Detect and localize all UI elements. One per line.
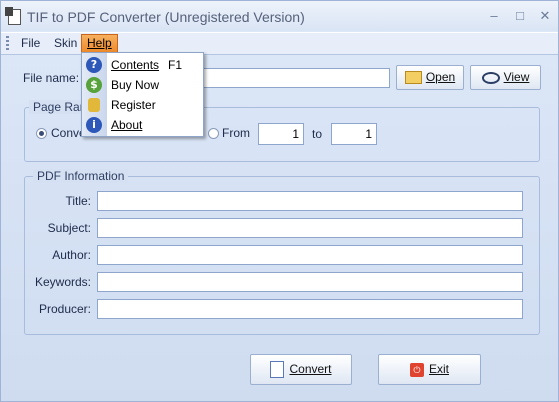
from-label: From <box>222 126 250 140</box>
help-icon: ? <box>86 57 102 73</box>
author-field-label: Author: <box>52 248 91 262</box>
file-name-label: File name: <box>23 71 80 85</box>
menu-help-label: Help <box>87 36 112 50</box>
menu-skin[interactable]: Skin <box>49 35 82 52</box>
view-button[interactable]: View <box>470 65 541 90</box>
producer-field-label: Producer: <box>38 302 91 316</box>
pdf-information-title: PDF Information <box>33 169 129 183</box>
from-range-radio[interactable] <box>208 128 219 139</box>
title-field[interactable] <box>97 191 523 211</box>
menu-file-label: File <box>21 36 41 50</box>
info-icon: i <box>86 117 102 133</box>
exit-button[interactable]: ⏻ Exit <box>378 354 481 385</box>
folder-icon <box>404 71 422 85</box>
subject-field[interactable] <box>97 218 523 238</box>
menu-item-about[interactable]: i About <box>82 115 203 135</box>
open-button[interactable]: Open <box>396 65 464 90</box>
register-label: Register <box>111 98 156 112</box>
menu-help[interactable]: Help <box>81 34 118 53</box>
producer-field[interactable] <box>97 299 523 319</box>
menu-item-contents[interactable]: ? Contents F1 <box>82 55 203 75</box>
subject-field-label: Subject: <box>47 221 91 235</box>
lock-icon <box>88 98 100 112</box>
buy-now-label: Buy Now <box>111 78 160 92</box>
title-bar[interactable]: TIF to PDF Converter (Unregistered Versi… <box>1 1 558 31</box>
keywords-field[interactable] <box>97 272 523 292</box>
title-field-label: Title: <box>65 194 91 208</box>
exit-button-label: Exit <box>428 362 449 376</box>
close-icon[interactable]: ✕ <box>538 9 552 23</box>
convert-all-radio[interactable] <box>36 128 47 139</box>
view-button-label: View <box>503 70 530 84</box>
minimize-icon[interactable]: – <box>487 9 501 23</box>
money-icon: $ <box>86 77 102 93</box>
about-label: About <box>111 118 143 132</box>
app-window: TIF to PDF Converter (Unregistered Versi… <box>0 0 559 402</box>
convert-icon <box>270 361 285 379</box>
contents-shortcut: F1 <box>168 58 183 72</box>
from-page-input[interactable]: 1 <box>258 123 304 145</box>
to-page-input[interactable]: 1 <box>331 123 377 145</box>
menu-item-buy-now[interactable]: $ Buy Now <box>82 75 203 95</box>
window-title: TIF to PDF Converter (Unregistered Versi… <box>27 9 305 25</box>
menu-skin-label: Skin <box>54 36 78 50</box>
menubar-grip-icon <box>6 36 9 50</box>
eye-icon <box>481 71 500 84</box>
open-button-label: Open <box>425 70 456 84</box>
help-dropdown-menu: ? Contents F1 $ Buy Now Register i About <box>81 52 204 137</box>
file-name-input[interactable] <box>197 68 390 88</box>
contents-label: Contents <box>111 58 160 72</box>
convert-button-label: Convert <box>289 362 332 376</box>
author-field[interactable] <box>97 245 523 265</box>
power-icon: ⏻ <box>409 362 424 377</box>
keywords-field-label: Keywords: <box>34 275 91 289</box>
convert-button[interactable]: Convert <box>250 354 352 385</box>
menu-file[interactable]: File <box>16 35 45 52</box>
app-icon <box>5 7 21 25</box>
menu-item-register[interactable]: Register <box>82 95 203 115</box>
maximize-icon[interactable]: □ <box>513 9 527 23</box>
to-label: to <box>312 127 323 141</box>
